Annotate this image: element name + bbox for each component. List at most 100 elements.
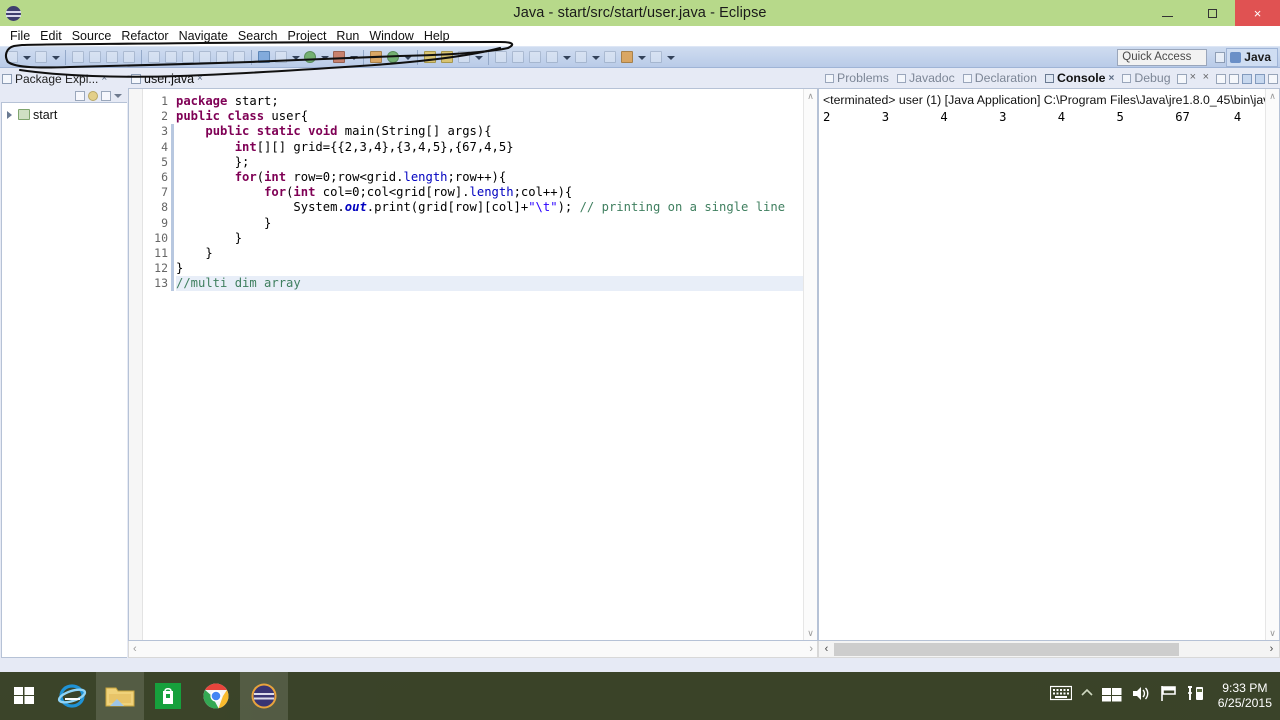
- scroll-up-icon[interactable]: ∧: [807, 91, 814, 101]
- run-icon[interactable]: [302, 49, 318, 65]
- console-horizontal-scrollbar[interactable]: ‹ ›: [818, 641, 1280, 658]
- save-dropdown-arrow[interactable]: [50, 49, 61, 65]
- perspective-dropdown-arrow[interactable]: [636, 49, 647, 65]
- toolbar-overflow-arrow[interactable]: [665, 49, 676, 65]
- focus-on-active-task-icon[interactable]: [100, 90, 111, 101]
- menu-run[interactable]: Run: [331, 26, 364, 46]
- console-content[interactable]: <terminated> user (1) [Java Application]…: [819, 89, 1265, 640]
- editor-horizontal-scrollbar[interactable]: ‹ ›: [128, 641, 818, 658]
- menu-project[interactable]: Project: [283, 26, 332, 46]
- build-icon[interactable]: [121, 49, 137, 65]
- tab-user-java[interactable]: user.java ×: [128, 69, 207, 88]
- code-line[interactable]: int[][] grid={{2,3,4},{3,4,5},{67,4,5}: [176, 140, 803, 155]
- code-line[interactable]: package start;: [176, 94, 803, 109]
- open-type-icon[interactable]: [146, 49, 162, 65]
- scroll-right-icon[interactable]: ›: [809, 643, 813, 655]
- last-edit-icon[interactable]: [214, 49, 230, 65]
- save-icon[interactable]: [33, 49, 49, 65]
- tree-item-start[interactable]: start: [2, 106, 127, 123]
- scroll-left-icon[interactable]: ‹: [133, 643, 137, 655]
- new-wizard-icon[interactable]: [4, 49, 20, 65]
- export-icon[interactable]: [87, 49, 103, 65]
- terminate-icon[interactable]: [1176, 73, 1187, 84]
- new-folder-icon[interactable]: [422, 49, 438, 65]
- code-line[interactable]: public class user{: [176, 109, 803, 124]
- code-line[interactable]: }: [176, 216, 803, 231]
- eclipse-button[interactable]: [240, 672, 288, 720]
- collapse-all-icon[interactable]: [74, 90, 85, 101]
- external-tools-icon[interactable]: [368, 49, 384, 65]
- file-explorer-button[interactable]: [96, 672, 144, 720]
- code-line[interactable]: //multi dim array: [176, 276, 803, 292]
- code-line[interactable]: }: [176, 246, 803, 261]
- terminate-dropdown-arrow[interactable]: [590, 49, 601, 65]
- run-dropdown-arrow[interactable]: [319, 49, 330, 65]
- source-code[interactable]: package start; public class user{ public …: [174, 89, 803, 640]
- menu-refactor[interactable]: Refactor: [116, 26, 173, 46]
- new-package-icon[interactable]: [273, 49, 289, 65]
- package-explorer-tree[interactable]: start: [1, 102, 127, 658]
- scroll-right-icon[interactable]: ›: [1264, 643, 1279, 655]
- perspective-java-button[interactable]: Java: [1226, 47, 1278, 67]
- microsoft-store-button[interactable]: [144, 672, 192, 720]
- scroll-lock-icon[interactable]: [1228, 73, 1239, 84]
- show-console-on-output-icon[interactable]: [1241, 73, 1252, 84]
- remove-launch-icon[interactable]: [1189, 71, 1200, 84]
- search-icon[interactable]: [163, 49, 179, 65]
- terminate-icon[interactable]: [573, 49, 589, 65]
- new-dropdown-arrow[interactable]: [21, 49, 32, 65]
- touch-keyboard-icon[interactable]: [1049, 685, 1072, 707]
- tab-package-explorer[interactable]: Package Expl... ×: [0, 69, 111, 88]
- code-line[interactable]: for(int row=0;row<grid.length;row++){: [176, 170, 803, 185]
- clear-console-icon[interactable]: [1215, 73, 1226, 84]
- external-tools-dropdown-arrow[interactable]: [402, 49, 413, 65]
- scrollbar-thumb[interactable]: [834, 642, 1179, 656]
- chevron-right-icon[interactable]: [6, 110, 15, 119]
- internet-explorer-button[interactable]: [48, 672, 96, 720]
- next-annotation-icon[interactable]: [180, 49, 196, 65]
- code-line[interactable]: }: [176, 261, 803, 276]
- quick-access-input[interactable]: Quick Access: [1117, 48, 1208, 66]
- tab-console[interactable]: Console ×: [1042, 71, 1117, 85]
- link-with-editor-icon[interactable]: [87, 90, 98, 101]
- menu-edit[interactable]: Edit: [35, 26, 67, 46]
- scroll-up-icon[interactable]: ∧: [1269, 91, 1276, 101]
- menu-navigate[interactable]: Navigate: [174, 26, 233, 46]
- show-console-on-error-icon[interactable]: [1254, 73, 1265, 84]
- code-area[interactable]: 1 2 3 4 5 6 7 8 9 10 11 12 13 package st…: [129, 89, 817, 640]
- debug-step-dropdown-arrow[interactable]: [561, 49, 572, 65]
- start-button[interactable]: [0, 672, 48, 720]
- view-menu-icon[interactable]: [113, 90, 124, 101]
- remove-all-launches-icon[interactable]: [1202, 71, 1213, 84]
- overflow-icon[interactable]: [648, 49, 664, 65]
- scroll-left-icon[interactable]: ‹: [819, 643, 834, 655]
- back-icon[interactable]: [231, 49, 247, 65]
- pin-editor-icon[interactable]: [456, 49, 472, 65]
- close-icon[interactable]: ×: [1108, 73, 1114, 84]
- close-icon[interactable]: ×: [197, 73, 203, 84]
- editor-vertical-scrollbar[interactable]: ∧ ∨: [803, 89, 817, 640]
- code-line[interactable]: }: [176, 231, 803, 246]
- clock[interactable]: 9:33 PM 6/25/2015: [1214, 681, 1272, 711]
- open-resource-icon[interactable]: [439, 49, 455, 65]
- code-line[interactable]: for(int col=0;col<grid[row].length;col++…: [176, 185, 803, 200]
- close-icon[interactable]: ×: [101, 73, 107, 84]
- prev-annotation-icon[interactable]: [197, 49, 213, 65]
- code-line[interactable]: public static void main(String[] args){: [176, 124, 803, 139]
- debug-dropdown-arrow[interactable]: [348, 49, 359, 65]
- show-hidden-icons-chevron[interactable]: [1081, 685, 1093, 707]
- toggle-breakpoint-icon[interactable]: [493, 49, 509, 65]
- scroll-down-icon[interactable]: ∨: [807, 628, 814, 638]
- import-icon[interactable]: [104, 49, 120, 65]
- scroll-down-icon[interactable]: ∨: [1269, 628, 1276, 638]
- code-line[interactable]: System.out.print(grid[row][col]+"\t"); /…: [176, 200, 803, 215]
- network-icon[interactable]: [1101, 685, 1122, 707]
- new-java-dropdown-arrow[interactable]: [290, 49, 301, 65]
- volume-icon[interactable]: [1131, 685, 1151, 707]
- step-over-icon[interactable]: [510, 49, 526, 65]
- debug-icon[interactable]: [331, 49, 347, 65]
- annotation-ruler[interactable]: [129, 89, 143, 640]
- menu-search[interactable]: Search: [233, 26, 283, 46]
- open-perspective-icon[interactable]: [602, 49, 618, 65]
- print-icon[interactable]: [70, 49, 86, 65]
